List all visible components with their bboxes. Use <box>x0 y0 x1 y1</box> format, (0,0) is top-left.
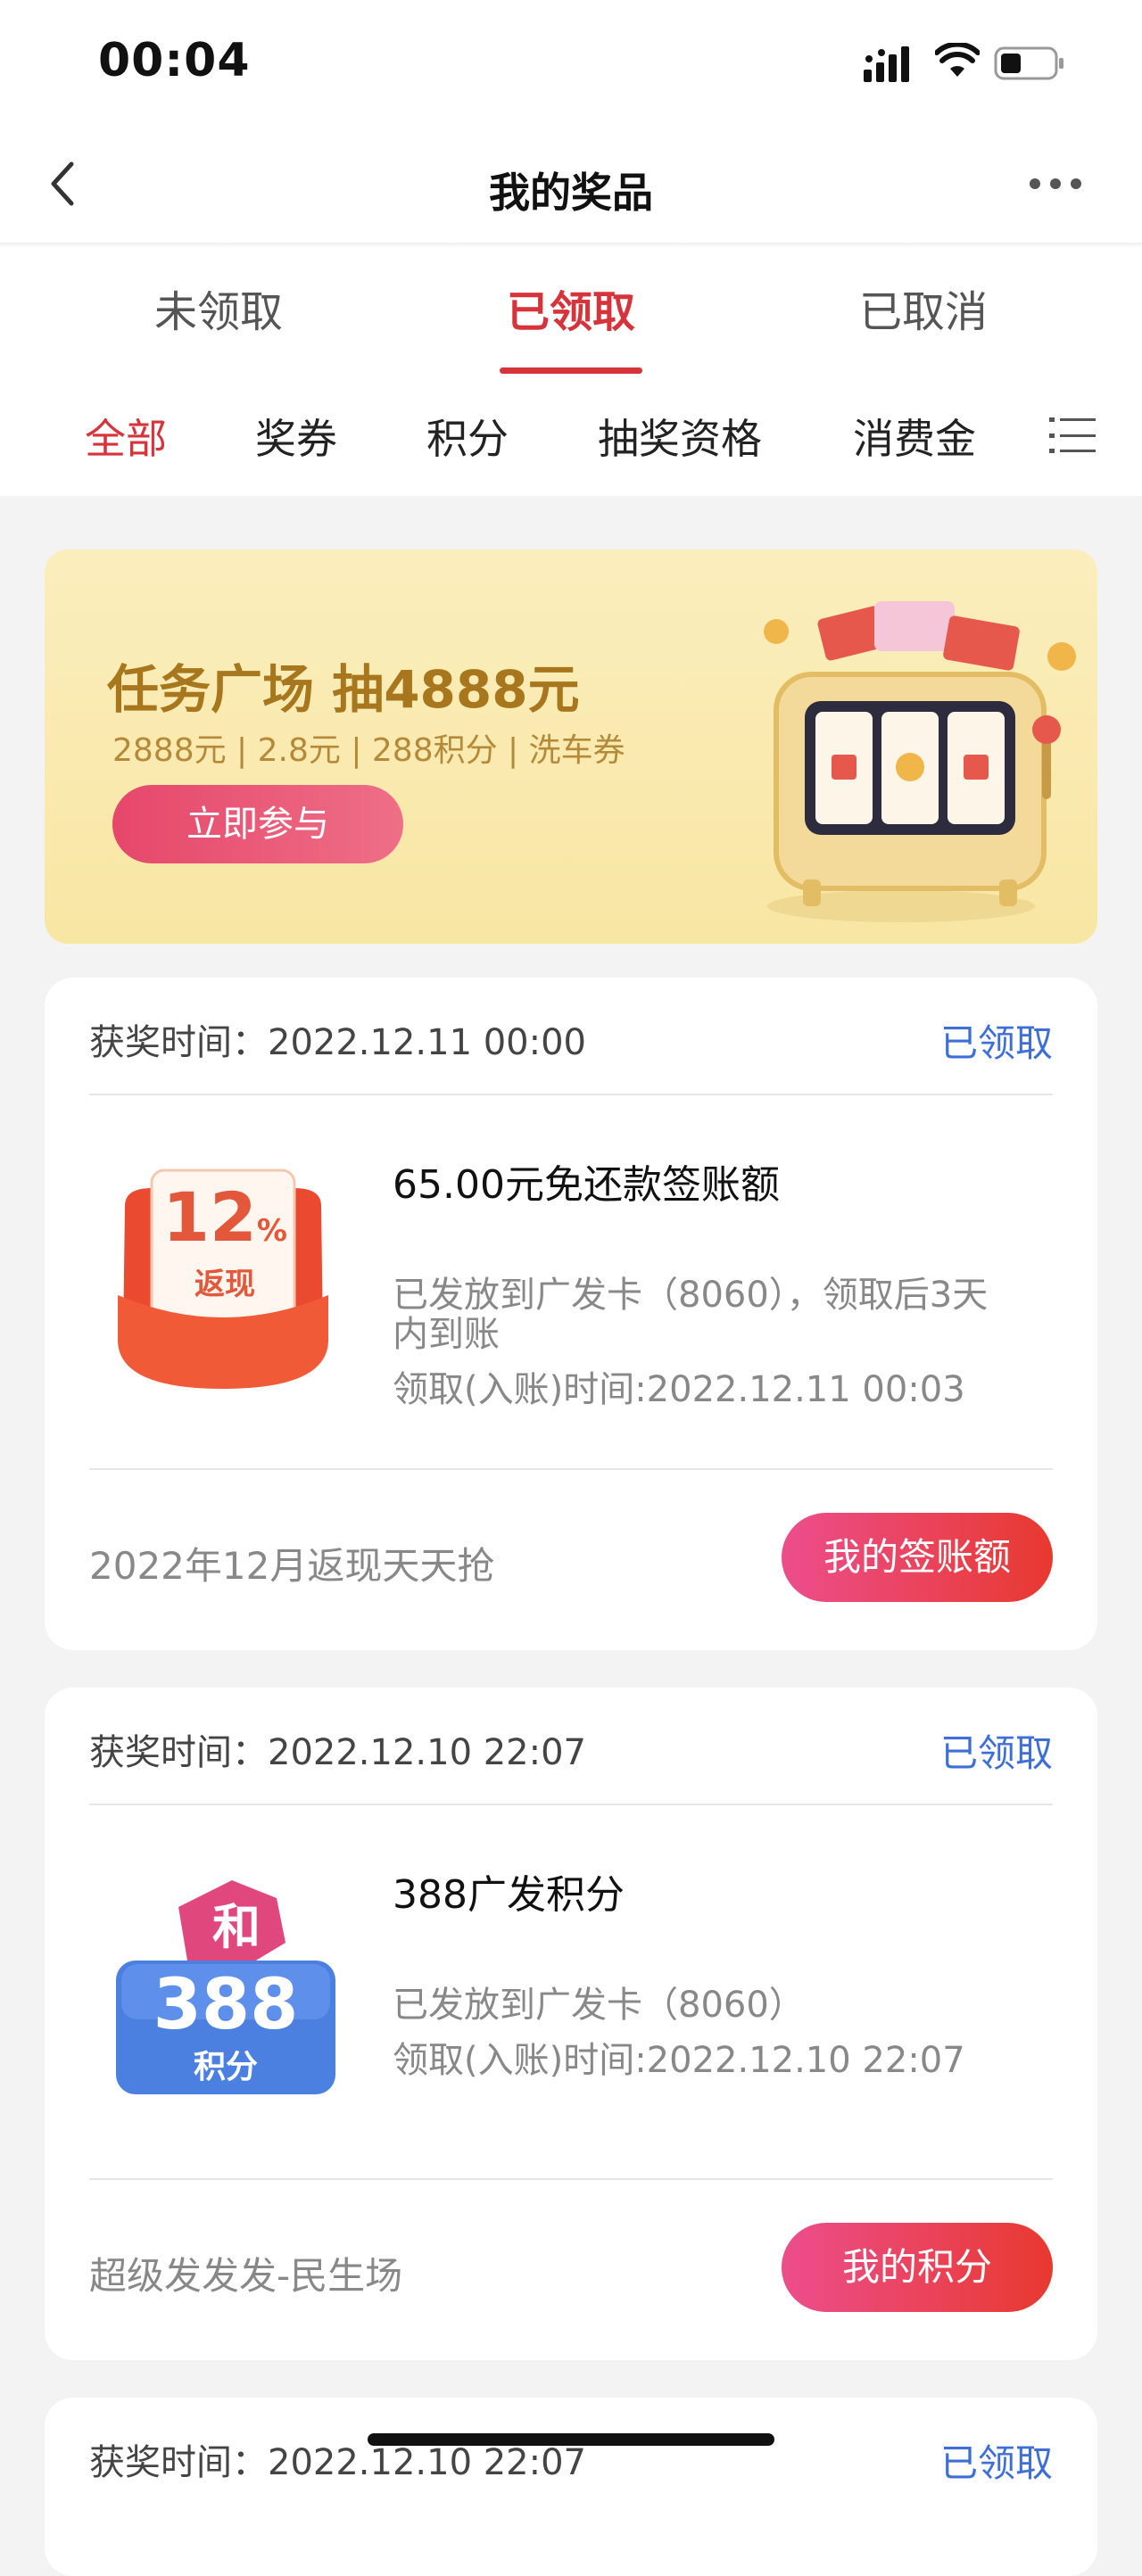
more-options-icon[interactable] <box>1026 175 1085 193</box>
card-divider <box>89 1094 1053 1095</box>
category-list-icon[interactable] <box>1049 416 1096 455</box>
prize-title: 65.00元免还款签账额 <box>393 1162 780 1208</box>
cellular-signal-icon <box>864 46 909 82</box>
claim-time: 领取(入账)时间:2022.12.11 00:03 <box>393 1369 965 1410</box>
award-time: 获奖时间：2022.12.11 00:00 <box>89 1022 587 1063</box>
card-divider <box>89 1468 1053 1470</box>
tab-unclaimed[interactable]: 未领取 <box>134 277 303 339</box>
page-title: 我的奖品 <box>489 169 653 217</box>
campaign-name: 2022年12月返现天天抢 <box>89 1544 495 1588</box>
prize-title: 388广发积分 <box>393 1872 625 1918</box>
filter-points[interactable]: 积分 <box>426 407 509 466</box>
tab-claimed[interactable]: 已领取 <box>486 277 656 339</box>
points-value: 388 <box>153 1965 299 2045</box>
banner-subtitle: 2888元 | 2.8元 | 288积分 | 洗车券 <box>112 732 625 769</box>
battery-icon <box>994 46 1063 80</box>
filter-spending-credit[interactable]: 消费金 <box>853 407 976 466</box>
task-plaza-banner[interactable]: 任务广场 抽4888元 2888元 | 2.8元 | 288积分 | 洗车券 立… <box>45 549 1097 944</box>
status-badge: 已领取 <box>939 1021 1053 1065</box>
my-points-button[interactable]: 我的积分 <box>782 2223 1053 2312</box>
points-caption: 积分 <box>193 2049 258 2085</box>
card-divider <box>89 1804 1053 1805</box>
tab-cancelled[interactable]: 已取消 <box>839 277 1008 339</box>
join-now-button[interactable]: 立即参与 <box>112 785 403 863</box>
prize-card: 获奖时间：2022.12.10 22:07 已领取 和 388 积分 388广发… <box>45 1688 1097 2360</box>
cashback-value: 12 <box>162 1177 257 1257</box>
status-bar: 00:04 <box>0 0 1142 125</box>
nav-bar: 我的奖品 <box>0 125 1142 243</box>
status-time: 00:04 <box>98 34 251 87</box>
prize-description: 已发放到广发卡（8060），领取后3天内到账 <box>393 1275 989 1355</box>
claim-time: 领取(入账)时间:2022.12.10 22:07 <box>393 2040 965 2081</box>
prize-card: 获奖时间：2022.12.11 00:00 已领取 12% 返现 65.00元免… <box>45 978 1097 1650</box>
home-indicator[interactable] <box>368 2433 774 2446</box>
my-credit-button[interactable]: 我的签账额 <box>782 1513 1053 1602</box>
nav-divider <box>0 243 1142 248</box>
banner-title: 任务广场 抽4888元 <box>107 659 580 720</box>
filter-all[interactable]: 全部 <box>85 407 167 466</box>
filter-lottery-eligibility[interactable]: 抽奖资格 <box>598 407 762 466</box>
status-badge: 已领取 <box>939 2441 1053 2485</box>
filter-coupons[interactable]: 奖券 <box>255 407 337 466</box>
cashback-unit: % <box>256 1213 287 1249</box>
cashback-badge-image: 12% 返现 <box>98 1161 348 1393</box>
status-badge: 已领取 <box>939 1731 1053 1775</box>
cashback-caption: 返现 <box>194 1267 255 1302</box>
prize-card: 获奖时间：2022.12.10 22:07 已领取 <box>45 2398 1097 2576</box>
card-divider <box>89 2178 1053 2180</box>
award-time: 获奖时间：2022.12.10 22:07 <box>89 1732 587 1773</box>
points-badge-image: 和 388 积分 <box>98 1871 348 2103</box>
points-top-glyph: 和 <box>212 1899 261 1955</box>
prize-description: 已发放到广发卡（8060） <box>393 1985 805 2026</box>
campaign-name: 超级发发发-民生场 <box>89 2254 403 2298</box>
slot-machine-illustration <box>764 601 1076 922</box>
wifi-icon <box>935 43 980 77</box>
active-tab-indicator <box>500 367 642 374</box>
